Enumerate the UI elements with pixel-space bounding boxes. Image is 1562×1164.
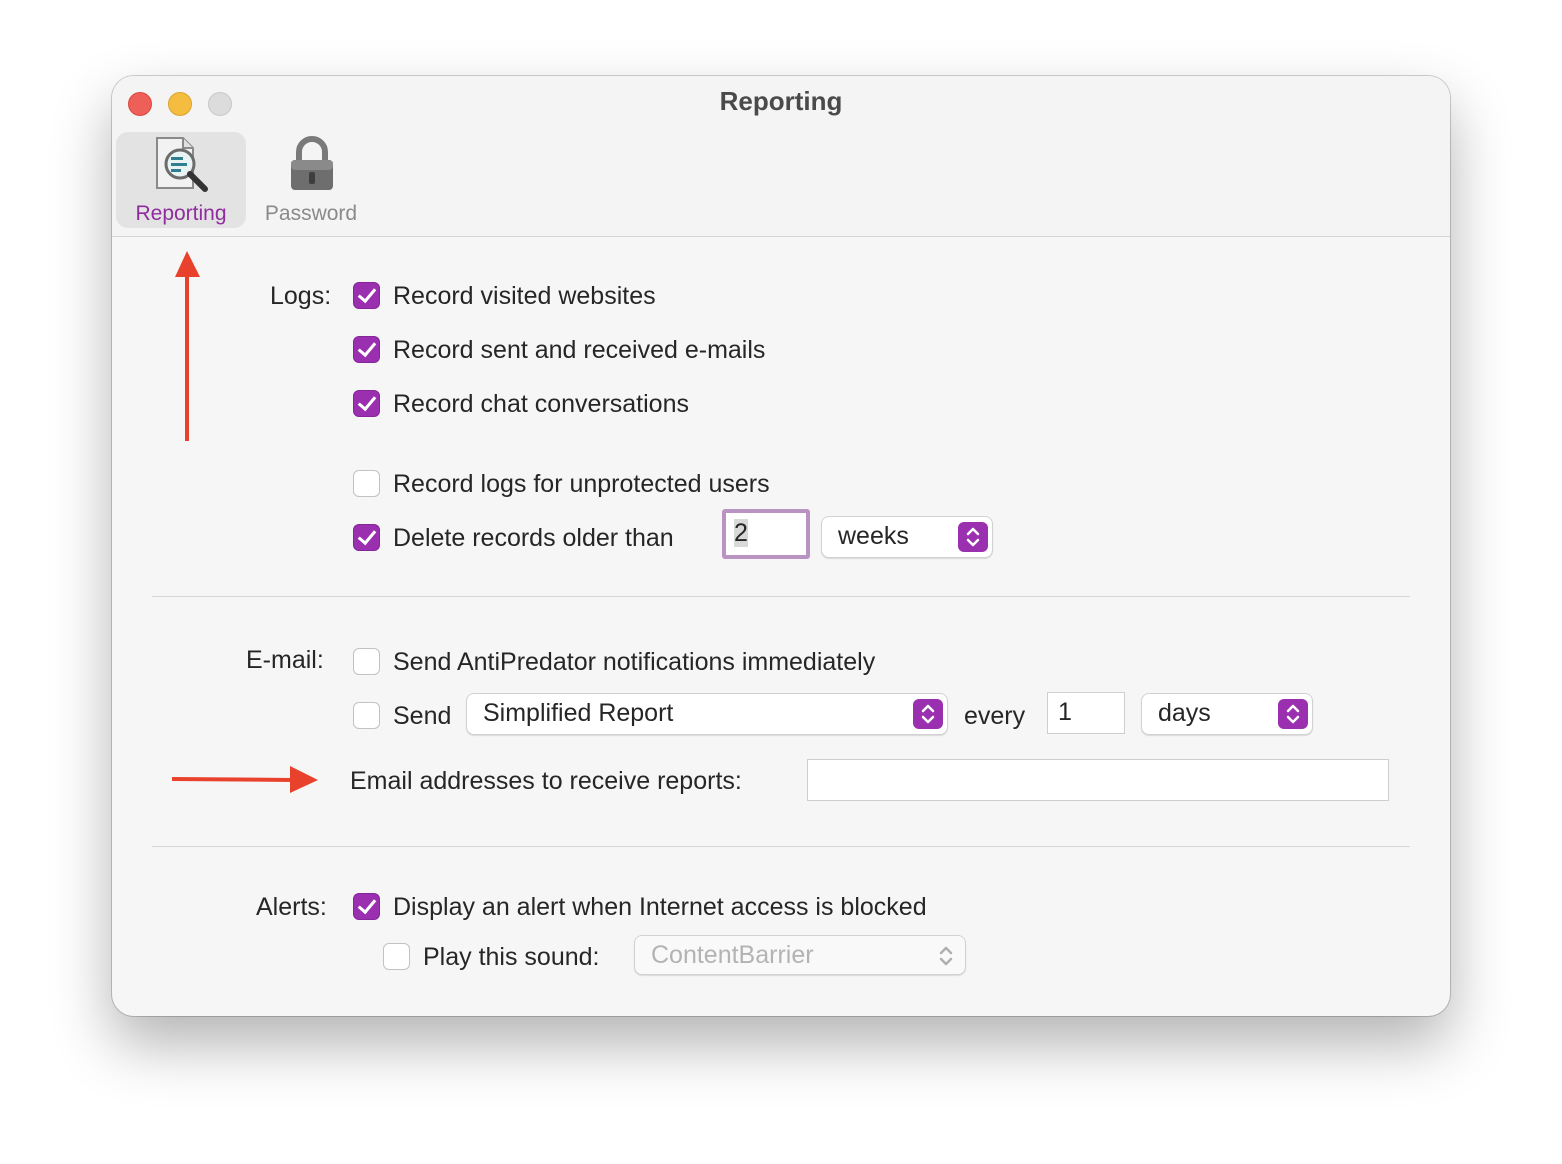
delete-records-value-field[interactable]: 2 bbox=[722, 509, 810, 559]
report-interval-unit-value: days bbox=[1158, 699, 1211, 727]
report-type-popup[interactable]: Simplified Report bbox=[466, 693, 948, 735]
popup-stepper-icon bbox=[1278, 699, 1308, 729]
lock-icon bbox=[291, 136, 333, 190]
record-websites-label: Record visited websites bbox=[393, 282, 656, 310]
popup-stepper-icon bbox=[913, 699, 943, 729]
alerts-section-label: Alerts: bbox=[256, 893, 327, 921]
tab-reporting[interactable]: Reporting bbox=[116, 132, 246, 228]
tab-password[interactable]: Password bbox=[246, 132, 376, 228]
section-divider bbox=[152, 596, 1410, 597]
play-sound-checkbox[interactable] bbox=[383, 943, 410, 970]
display-alert-label: Display an alert when Internet access is… bbox=[393, 893, 927, 921]
display-alert-checkbox[interactable] bbox=[353, 893, 380, 920]
send-notifications-checkbox[interactable] bbox=[353, 648, 380, 675]
record-websites-checkbox[interactable] bbox=[353, 282, 380, 309]
every-label: every bbox=[964, 702, 1026, 730]
report-interval-unit-popup[interactable]: days bbox=[1141, 693, 1313, 735]
sound-popup[interactable]: ContentBarrier bbox=[634, 935, 966, 975]
record-emails-label: Record sent and received e-mails bbox=[393, 336, 766, 364]
delete-records-unit-value: weeks bbox=[838, 522, 909, 550]
popup-stepper-icon bbox=[931, 941, 961, 971]
send-notifications-label: Send AntiPredator notifications immediat… bbox=[393, 648, 876, 676]
record-unprotected-label: Record logs for unprotected users bbox=[393, 470, 770, 498]
record-chat-label: Record chat conversations bbox=[393, 390, 689, 418]
delete-records-unit-popup[interactable]: weeks bbox=[821, 516, 993, 558]
delete-records-checkbox[interactable] bbox=[353, 524, 380, 551]
logs-section-label: Logs: bbox=[270, 282, 332, 310]
tab-reporting-label: Reporting bbox=[135, 202, 227, 225]
record-unprotected-checkbox[interactable] bbox=[353, 470, 380, 497]
title-bar: Reporting Reporting Password bbox=[112, 76, 1450, 237]
popup-stepper-icon bbox=[958, 522, 988, 552]
email-section-label: E-mail: bbox=[246, 646, 324, 674]
play-sound-label: Play this sound: bbox=[423, 943, 600, 971]
email-addresses-field[interactable] bbox=[807, 759, 1389, 801]
reporting-pane: Logs: Record visited websites Record sen… bbox=[112, 237, 1450, 1016]
section-divider bbox=[152, 846, 1410, 847]
preferences-window: Reporting Reporting Password Logs: Recor… bbox=[112, 76, 1450, 1016]
report-interval-field[interactable]: 1 bbox=[1047, 692, 1125, 734]
delete-records-value: 2 bbox=[734, 519, 748, 547]
delete-records-label: Delete records older than bbox=[393, 524, 674, 552]
send-report-label: Send bbox=[393, 702, 452, 730]
send-report-checkbox[interactable] bbox=[353, 702, 380, 729]
tab-password-label: Password bbox=[264, 202, 358, 225]
window-title: Reporting bbox=[719, 86, 843, 116]
record-chat-checkbox[interactable] bbox=[353, 390, 380, 417]
record-emails-checkbox[interactable] bbox=[353, 336, 380, 363]
sound-value: ContentBarrier bbox=[651, 941, 814, 969]
magnifier-document-icon bbox=[156, 137, 208, 192]
email-addresses-label: Email addresses to receive reports: bbox=[350, 767, 742, 795]
report-type-value: Simplified Report bbox=[483, 699, 674, 727]
